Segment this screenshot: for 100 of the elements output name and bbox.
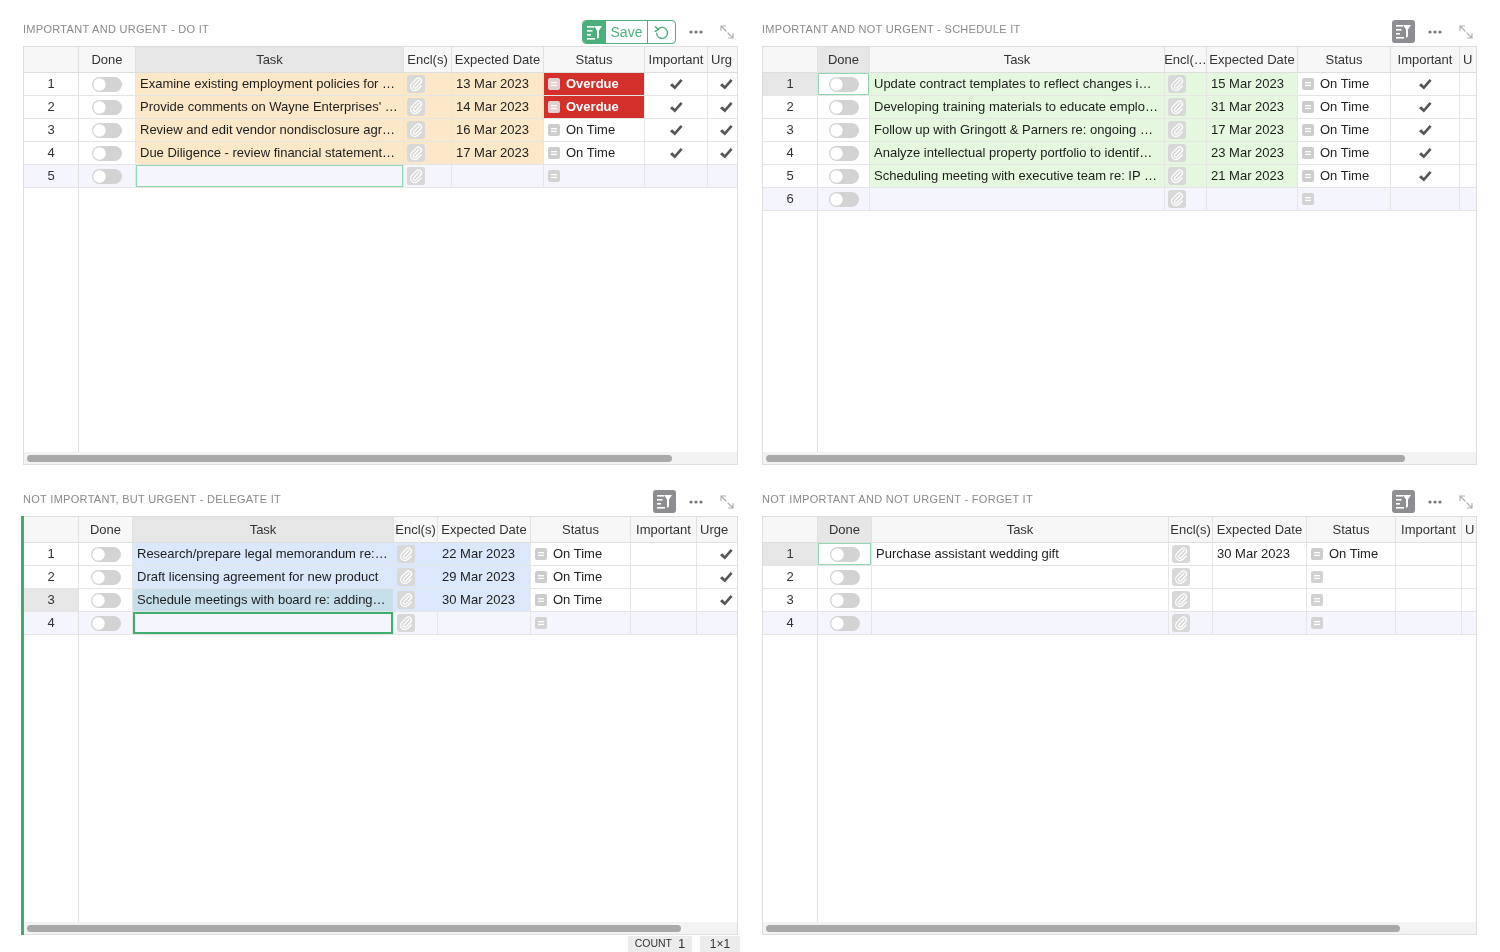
- paperclip-icon[interactable]: [1168, 98, 1186, 116]
- toggle-switch[interactable]: [829, 615, 860, 631]
- paperclip-icon[interactable]: [1168, 121, 1186, 139]
- column-header[interactable]: Status: [531, 517, 631, 542]
- scrollbar-thumb[interactable]: [27, 454, 672, 462]
- column-header[interactable]: Expected Date: [1213, 517, 1307, 542]
- toggle-switch[interactable]: [90, 546, 121, 562]
- status-icon[interactable]: [548, 147, 560, 159]
- table-cell[interactable]: [404, 73, 452, 95]
- paperclip-icon[interactable]: [1168, 75, 1186, 93]
- paperclip-icon[interactable]: [397, 568, 415, 586]
- paperclip-icon[interactable]: [407, 121, 425, 139]
- row-number[interactable]: 3: [24, 119, 79, 141]
- status-icon[interactable]: [548, 78, 560, 90]
- table-cell[interactable]: [404, 96, 452, 118]
- status-icon[interactable]: [1302, 78, 1314, 90]
- status-icon[interactable]: [548, 101, 560, 113]
- column-header[interactable]: Important: [645, 47, 708, 72]
- status-icon[interactable]: [1311, 594, 1323, 606]
- paperclip-icon[interactable]: [1172, 545, 1190, 563]
- new-row[interactable]: 4: [763, 612, 1476, 635]
- column-header[interactable]: Encl(s): [404, 47, 452, 72]
- column-header[interactable]: Urge: [697, 517, 737, 542]
- table-cell[interactable]: [1165, 96, 1207, 118]
- table-cell[interactable]: Overdue: [544, 73, 645, 95]
- paperclip-icon[interactable]: [1168, 144, 1186, 162]
- table-cell[interactable]: [818, 543, 872, 565]
- table-cell[interactable]: [404, 119, 452, 141]
- row-number[interactable]: 1: [763, 73, 818, 95]
- column-header[interactable]: Expected Date: [1207, 47, 1298, 72]
- status-icon[interactable]: [1311, 571, 1323, 583]
- row-number[interactable]: 4: [763, 142, 818, 164]
- toggle-switch[interactable]: [92, 168, 122, 184]
- status-icon[interactable]: [548, 170, 560, 182]
- column-header[interactable]: Expected Date: [438, 517, 531, 542]
- new-row[interactable]: 5: [24, 165, 737, 188]
- horizontal-scrollbar[interactable]: [24, 922, 737, 934]
- row-number[interactable]: 6: [763, 188, 818, 210]
- paperclip-icon[interactable]: [397, 545, 415, 563]
- table-cell[interactable]: [394, 543, 438, 565]
- horizontal-scrollbar[interactable]: [24, 452, 737, 464]
- expand-icon[interactable]: [720, 25, 734, 39]
- row-number[interactable]: 1: [24, 73, 79, 95]
- paperclip-icon[interactable]: [407, 144, 425, 162]
- row-number[interactable]: 3: [763, 119, 818, 141]
- paperclip-icon[interactable]: [1172, 568, 1190, 586]
- column-header[interactable]: Status: [1307, 517, 1396, 542]
- table-cell[interactable]: [1165, 142, 1207, 164]
- row-number[interactable]: 4: [24, 612, 79, 634]
- table-cell[interactable]: Purchase assistant wedding gift: [872, 543, 1169, 565]
- more-icon[interactable]: [689, 30, 703, 34]
- toggle-switch[interactable]: [828, 168, 859, 184]
- horizontal-scrollbar[interactable]: [763, 922, 1476, 934]
- column-header[interactable]: Encl(s): [394, 517, 438, 542]
- row-number[interactable]: 4: [763, 612, 818, 634]
- column-header[interactable]: Done: [818, 517, 872, 542]
- more-icon[interactable]: [1428, 499, 1442, 504]
- toggle-switch[interactable]: [829, 546, 860, 562]
- filter-button[interactable]: [1392, 20, 1415, 43]
- row-number[interactable]: 2: [763, 566, 818, 588]
- row-number[interactable]: 2: [24, 566, 79, 588]
- status-icon[interactable]: [535, 594, 547, 606]
- status-icon[interactable]: [1302, 193, 1314, 205]
- scrollbar-thumb[interactable]: [27, 924, 681, 932]
- table-cell[interactable]: [136, 165, 404, 187]
- table-cell[interactable]: Research/prepare legal memorandum re:…: [133, 543, 394, 565]
- column-header[interactable]: Important: [1391, 47, 1460, 72]
- table-cell[interactable]: Overdue: [544, 96, 645, 118]
- column-header[interactable]: Task: [872, 517, 1169, 542]
- column-header[interactable]: Expected Date: [452, 47, 544, 72]
- table-cell[interactable]: [404, 142, 452, 164]
- filter-button[interactable]: [653, 490, 676, 513]
- column-header[interactable]: Important: [1396, 517, 1462, 542]
- expand-icon[interactable]: [1459, 24, 1473, 39]
- horizontal-scrollbar[interactable]: [763, 452, 1476, 464]
- filter-button[interactable]: [1392, 490, 1415, 513]
- column-header[interactable]: Done: [818, 47, 870, 72]
- toggle-switch[interactable]: [92, 122, 122, 138]
- column-header[interactable]: Task: [136, 47, 404, 72]
- row-number[interactable]: 1: [763, 543, 818, 565]
- paperclip-icon[interactable]: [407, 75, 425, 93]
- toggle-switch[interactable]: [92, 99, 122, 115]
- row-number[interactable]: 4: [24, 142, 79, 164]
- status-icon[interactable]: [1302, 101, 1314, 113]
- table-cell[interactable]: Scheduling meeting with executive team re: IP …: [870, 165, 1165, 187]
- column-header[interactable]: Urg: [708, 47, 737, 72]
- table-cell[interactable]: Review and edit vendor nondisclosure agr…: [136, 119, 404, 141]
- column-header[interactable]: Encl(…: [1165, 47, 1207, 72]
- expand-icon[interactable]: [1459, 494, 1473, 509]
- status-icon[interactable]: [535, 617, 547, 629]
- column-header[interactable]: Status: [544, 47, 645, 72]
- table-cell[interactable]: Examine existing employment policies for …: [136, 73, 404, 95]
- row-number[interactable]: 1: [24, 543, 79, 565]
- column-header[interactable]: Status: [1298, 47, 1391, 72]
- column-header[interactable]: Task: [870, 47, 1165, 72]
- paperclip-icon[interactable]: [1172, 614, 1190, 632]
- toggle-switch[interactable]: [828, 191, 859, 207]
- table-cell[interactable]: Schedule meetings with board re: adding…: [133, 589, 394, 611]
- toggle-switch[interactable]: [829, 592, 860, 608]
- toggle-switch[interactable]: [92, 145, 122, 161]
